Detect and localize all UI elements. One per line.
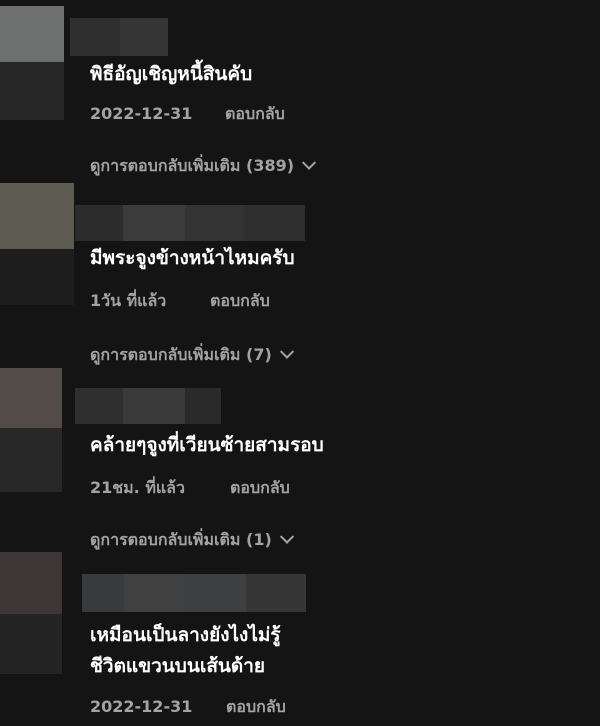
- avatar: [0, 249, 74, 305]
- username-blurred: [245, 205, 305, 241]
- comment-text: พิธีอัญเชิญหนี้สินคับ: [90, 63, 253, 85]
- comment-time: 2022-12-31: [90, 104, 193, 123]
- view-more-replies-button[interactable]: ดูการตอบกลับเพิ่มเติม (7): [90, 343, 294, 368]
- avatar: [0, 62, 64, 120]
- username-blurred: [123, 388, 185, 424]
- view-more-replies-label: ดูการตอบกลับเพิ่มเติม (1): [90, 530, 272, 549]
- chevron-down-icon: [279, 344, 294, 359]
- username-blurred: [124, 574, 184, 612]
- comment-time: 21ชม. ที่แล้ว: [90, 478, 185, 497]
- comment-item: คล้ายๆจูงที่เวียนซ้ายสามรอบ 21ชม. ที่แล้…: [0, 368, 600, 549]
- chevron-down-icon: [279, 529, 294, 544]
- comment-item: พิธีอัญเชิญหนี้สินคับ 2022-12-31 ตอบกลับ …: [0, 0, 600, 180]
- avatar[interactable]: [0, 183, 74, 249]
- comment-meta: 2022-12-31 ตอบกลับ: [90, 102, 285, 127]
- avatar: [0, 428, 62, 492]
- avatar[interactable]: [0, 6, 64, 62]
- username-blurred: [123, 205, 185, 241]
- comment-time: 2022-12-31: [90, 697, 193, 716]
- username-blurred: [120, 18, 168, 56]
- username-blurred: [185, 205, 245, 241]
- username-blurred: [185, 388, 221, 424]
- username-blurred[interactable]: [75, 388, 123, 424]
- comment-item: เหมือนเป็นลางยังไงไม่รู้ ชีวิตแขวนบนเส้น…: [0, 552, 600, 726]
- username-blurred: [184, 574, 246, 612]
- view-more-replies-button[interactable]: ดูการตอบกลับเพิ่มเติม (389): [90, 154, 317, 179]
- chevron-down-icon: [301, 155, 317, 170]
- comment-text: มีพระจูงข้างหน้าไหมครับ: [90, 247, 295, 269]
- comment-meta: 1วัน ที่แล้ว ตอบกลับ: [90, 289, 270, 314]
- avatar[interactable]: [0, 368, 62, 428]
- username-blurred[interactable]: [70, 18, 120, 56]
- comment-text-line: เหมือนเป็นลางยังไงไม่รู้: [90, 624, 281, 646]
- view-more-replies-button[interactable]: ดูการตอบกลับเพิ่มเติม (1): [90, 528, 294, 553]
- avatar: [0, 614, 62, 674]
- comment-item: มีพระจูงข้างหน้าไหมครับ 1วัน ที่แล้ว ตอบก…: [0, 183, 600, 364]
- comment-time: 1วัน ที่แล้ว: [90, 291, 167, 310]
- view-more-replies-label: ดูการตอบกลับเพิ่มเติม (7): [90, 345, 272, 364]
- username-blurred: [246, 574, 306, 612]
- comment-text: คล้ายๆจูงที่เวียนซ้ายสามรอบ: [90, 434, 324, 456]
- reply-button[interactable]: ตอบกลับ: [210, 289, 270, 314]
- comment-text-line: ชีวิตแขวนบนเส้นด้าย: [90, 655, 266, 677]
- avatar[interactable]: [0, 552, 62, 614]
- comment-meta: 21ชม. ที่แล้ว ตอบกลับ: [90, 476, 290, 501]
- username-blurred[interactable]: [75, 205, 123, 241]
- username-blurred[interactable]: [82, 574, 124, 612]
- reply-button[interactable]: ตอบกลับ: [226, 695, 286, 720]
- reply-button[interactable]: ตอบกลับ: [230, 476, 290, 501]
- comment-meta: 2022-12-31 ตอบกลับ: [90, 695, 286, 720]
- reply-button[interactable]: ตอบกลับ: [225, 102, 285, 127]
- view-more-replies-label: ดูการตอบกลับเพิ่มเติม (389): [90, 156, 295, 175]
